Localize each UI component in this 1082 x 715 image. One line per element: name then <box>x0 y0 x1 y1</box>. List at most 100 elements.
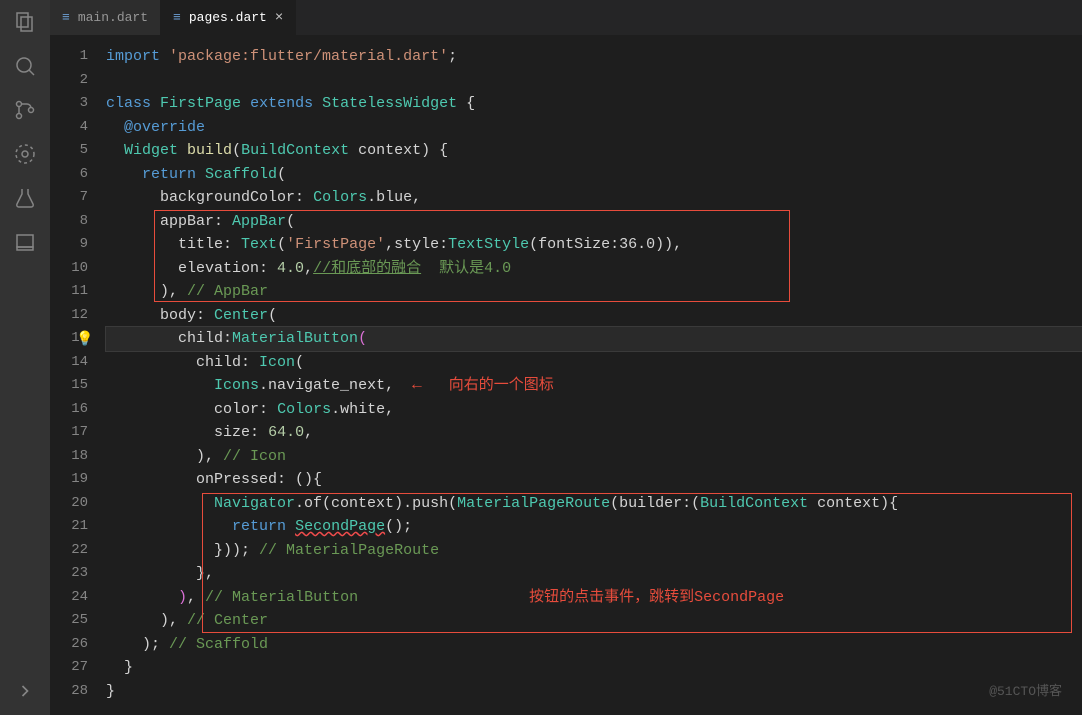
code-token: BuildContext <box>700 495 808 512</box>
code-token: // Icon <box>214 448 286 465</box>
code-token: 64.0 <box>268 424 304 441</box>
code-token: ,style: <box>385 236 448 253</box>
source-control-icon[interactable] <box>13 98 37 122</box>
testing-icon[interactable] <box>13 186 37 210</box>
code-token: } <box>106 683 115 700</box>
line-number: 15 <box>50 374 88 398</box>
code-token: ( <box>268 307 277 324</box>
line-number: 7 <box>50 186 88 210</box>
annotation: 向右的一个图标 <box>449 377 554 394</box>
code-token: Widget <box>124 142 178 159</box>
code-token: , <box>304 424 313 441</box>
chevron-right-icon[interactable] <box>13 679 37 703</box>
line-number: 2 <box>50 69 88 93</box>
code-token: ), <box>196 448 214 465</box>
code-token: ), <box>160 612 178 629</box>
code-token: child: <box>196 354 250 371</box>
debug-icon[interactable] <box>13 142 37 166</box>
line-number: 5 <box>50 139 88 163</box>
close-icon[interactable]: × <box>275 10 283 26</box>
line-number: 16 <box>50 398 88 422</box>
code-token: (builder:( <box>610 495 700 512</box>
code-token: } <box>124 659 133 676</box>
code-token: size: <box>214 424 259 441</box>
code-token: (fontSize:36.0)), <box>529 236 682 253</box>
code-token: Center <box>214 307 268 324</box>
code-token: // MaterialPageRoute <box>250 542 439 559</box>
code-token: Text <box>241 236 277 253</box>
code-content[interactable]: import 'package:flutter/material.dart'; … <box>106 35 1082 715</box>
code-token: // Center <box>178 612 268 629</box>
line-number: 24 <box>50 586 88 610</box>
code-token: 'package:flutter/material.dart' <box>169 48 448 65</box>
editor-area[interactable]: 1234567891011121314151617181920212223242… <box>50 35 1082 715</box>
line-number: 21 <box>50 515 88 539</box>
tab-label: main.dart <box>78 10 148 25</box>
code-token: title: <box>178 236 232 253</box>
code-token: elevation: <box>178 260 268 277</box>
line-number: 8 <box>50 210 88 234</box>
annotation: 按钮的点击事件，跳转到SecondPage <box>529 589 784 606</box>
code-token: ( <box>277 236 286 253</box>
code-token: class <box>106 95 151 112</box>
code-token: return <box>232 518 286 535</box>
search-icon[interactable] <box>13 54 37 78</box>
code-token: ); <box>142 636 160 653</box>
code-token: Colors <box>277 401 331 418</box>
editor-main: ≡ main.dart ≡ pages.dart × 1234567891011… <box>50 0 1082 715</box>
file-icon: ≡ <box>62 10 70 25</box>
line-number: 22 <box>50 539 88 563</box>
line-number: 11 <box>50 280 88 304</box>
code-token: Icons <box>214 377 259 394</box>
code-token: // Scaffold <box>160 636 268 653</box>
tabs-bar: ≡ main.dart ≡ pages.dart × <box>50 0 1082 35</box>
code-token: (){ <box>295 471 322 488</box>
code-token: .navigate_next, <box>259 377 394 394</box>
line-number: 1 <box>50 45 88 69</box>
code-token: return <box>142 166 196 183</box>
lightbulb-icon[interactable]: 💡 <box>76 329 93 353</box>
bookmark-icon[interactable] <box>13 230 37 254</box>
tab-label: pages.dart <box>189 10 267 25</box>
files-icon[interactable] <box>13 10 37 34</box>
code-token: 'FirstPage' <box>286 236 385 253</box>
code-token: 4.0 <box>277 260 304 277</box>
code-token: Icon <box>259 354 295 371</box>
line-number: 28 <box>50 680 88 704</box>
code-token: // AppBar <box>178 283 268 300</box>
code-token: SecondPage <box>295 518 385 535</box>
code-token: BuildContext <box>241 142 349 159</box>
code-token: TextStyle <box>448 236 529 253</box>
line-number: 19 <box>50 468 88 492</box>
code-token: child: <box>178 330 232 347</box>
code-token: appBar: <box>160 213 223 230</box>
code-token: Colors <box>313 189 367 206</box>
line-number: 14 <box>50 351 88 375</box>
code-token: @override <box>124 119 205 136</box>
code-token: 默认是4.0 <box>421 260 511 277</box>
code-token: StatelessWidget <box>322 95 457 112</box>
file-icon: ≡ <box>173 10 181 25</box>
activity-bar <box>0 0 50 715</box>
line-number: 3 <box>50 92 88 116</box>
line-number: 18 <box>50 445 88 469</box>
tab-main-dart[interactable]: ≡ main.dart <box>50 0 161 35</box>
code-token: (); <box>385 518 412 535</box>
code-token: ( <box>277 166 286 183</box>
arrow-icon: ← <box>412 376 422 394</box>
code-token: build <box>187 142 232 159</box>
code-token: ( <box>295 354 304 371</box>
code-token: .white, <box>331 401 394 418</box>
tab-pages-dart[interactable]: ≡ pages.dart × <box>161 0 296 35</box>
code-token: ( <box>286 213 295 230</box>
code-token: , <box>304 260 313 277</box>
line-number: 20 <box>50 492 88 516</box>
code-token: body: <box>160 307 205 324</box>
code-token: color: <box>214 401 268 418</box>
line-number: 26 <box>50 633 88 657</box>
line-number: 9 <box>50 233 88 257</box>
code-token: backgroundColor: <box>160 189 304 206</box>
code-token: ), <box>160 283 178 300</box>
code-token: ; <box>448 48 457 65</box>
line-number: 27 <box>50 656 88 680</box>
